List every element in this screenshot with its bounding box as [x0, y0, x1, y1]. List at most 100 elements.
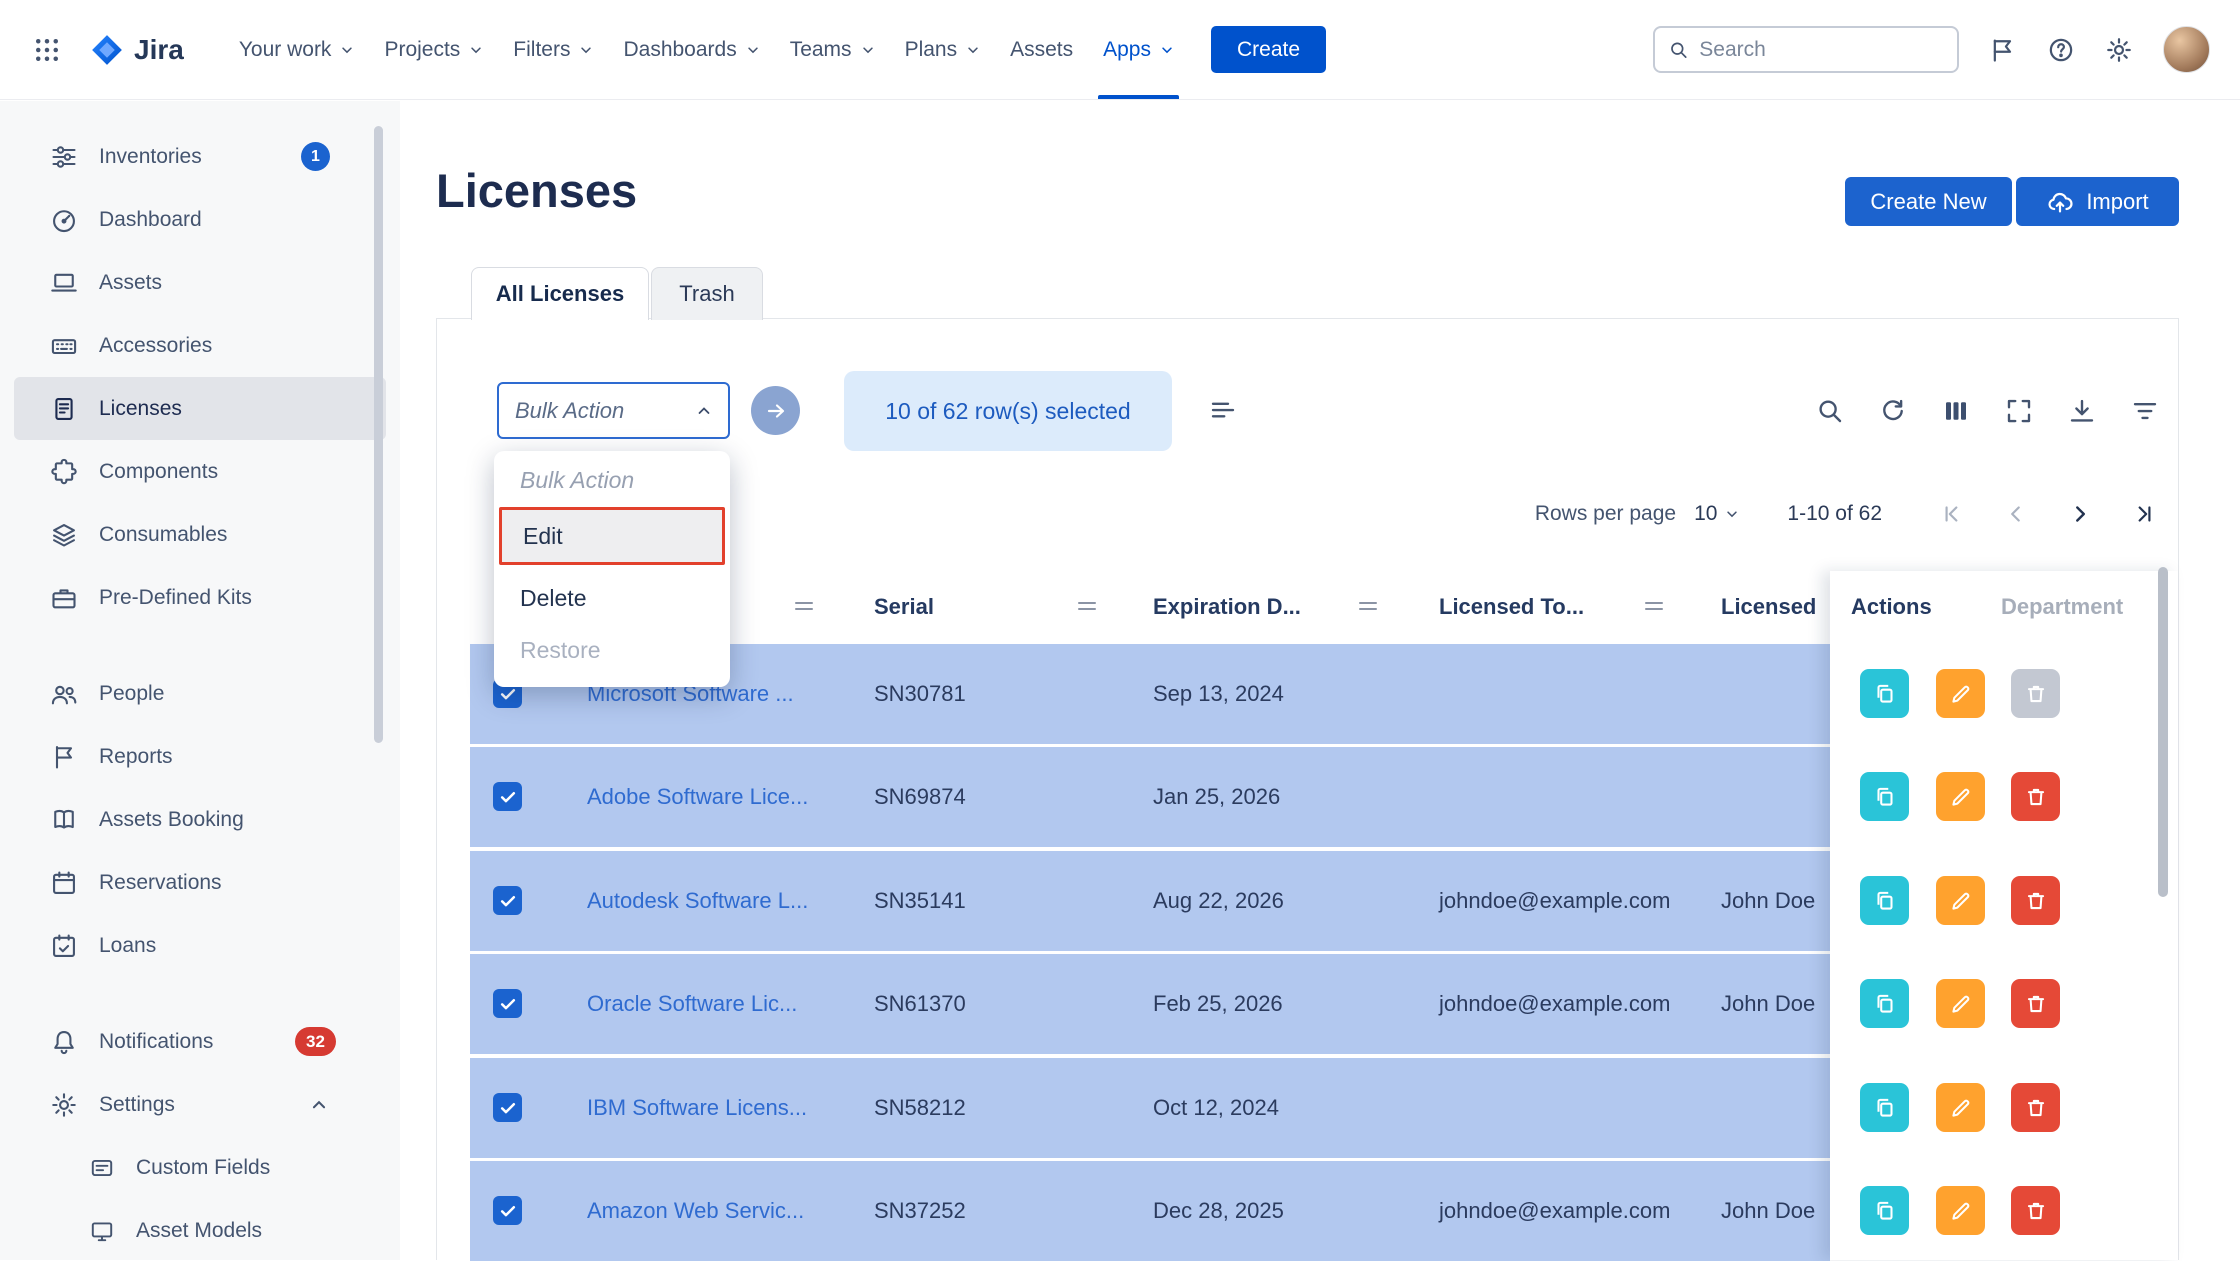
- table-row[interactable]: Adobe Software Lice... SN69874 Jan 25, 2…: [470, 747, 1830, 847]
- search-input[interactable]: [1699, 38, 1944, 62]
- row-checkbox[interactable]: [493, 782, 522, 811]
- license-name-link[interactable]: Autodesk Software L...: [587, 851, 808, 951]
- sidebar-item-licenses[interactable]: Licenses: [14, 377, 386, 440]
- table-row[interactable]: Autodesk Software L... SN35141 Aug 22, 2…: [470, 851, 1830, 951]
- tab-trash[interactable]: Trash: [651, 267, 763, 320]
- cell-serial: SN69874: [874, 747, 966, 847]
- copy-button[interactable]: [1860, 1186, 1909, 1235]
- row-checkbox[interactable]: [493, 989, 522, 1018]
- column-header-licensed[interactable]: Licensed: [1721, 571, 1816, 642]
- delete-button[interactable]: [2011, 772, 2060, 821]
- sidebar-item-dashboard[interactable]: Dashboard: [14, 188, 386, 251]
- download-icon[interactable]: [2065, 394, 2099, 428]
- copy-button[interactable]: [1860, 1083, 1909, 1132]
- create-button[interactable]: Create: [1211, 26, 1326, 73]
- edit-button[interactable]: [1936, 669, 1985, 718]
- sidebar-item-accessories[interactable]: Accessories: [14, 314, 386, 377]
- filter-icon[interactable]: [2128, 394, 2162, 428]
- gear-icon[interactable]: [2105, 36, 2133, 64]
- bulk-action-select[interactable]: Bulk Action: [497, 382, 730, 439]
- column-header-department[interactable]: Department: [2001, 571, 2123, 642]
- global-search[interactable]: [1653, 26, 1959, 73]
- column-drag-handle[interactable]: [1643, 598, 1665, 614]
- sidebar-item-loans[interactable]: Loans: [14, 914, 386, 977]
- nav-item-filters[interactable]: Filters: [498, 0, 608, 99]
- sidebar-item-assets[interactable]: Assets: [14, 251, 386, 314]
- next-page-icon[interactable]: [2066, 500, 2094, 528]
- delete-button[interactable]: [2011, 1186, 2060, 1235]
- nav-item-apps[interactable]: Apps: [1088, 0, 1189, 99]
- copy-button[interactable]: [1860, 876, 1909, 925]
- nav-item-your-work[interactable]: Your work: [224, 0, 370, 99]
- edit-button[interactable]: [1936, 1083, 1985, 1132]
- edit-button[interactable]: [1936, 1186, 1985, 1235]
- chevron-down-icon: [579, 43, 593, 57]
- column-drag-handle[interactable]: [793, 598, 815, 614]
- nav-item-projects[interactable]: Projects: [369, 0, 498, 99]
- sidebar-item-asset-models[interactable]: Asset Models: [14, 1199, 386, 1260]
- help-icon[interactable]: [2047, 36, 2075, 64]
- delete-button[interactable]: [2011, 1083, 2060, 1132]
- column-header-serial[interactable]: Serial: [874, 571, 934, 642]
- table-scrollbar[interactable]: [2158, 567, 2168, 897]
- row-checkbox[interactable]: [493, 1093, 522, 1122]
- first-page-icon[interactable]: [1938, 500, 1966, 528]
- refresh-icon[interactable]: [1876, 394, 1910, 428]
- sidebar-item-settings[interactable]: Settings: [14, 1073, 386, 1136]
- menu-item-delete[interactable]: Delete: [494, 575, 730, 621]
- license-name-link[interactable]: Oracle Software Lic...: [587, 954, 797, 1054]
- sidebar-item-reports[interactable]: Reports: [14, 725, 386, 788]
- table-row[interactable]: IBM Software Licens... SN58212 Oct 12, 2…: [470, 1058, 1830, 1158]
- row-checkbox[interactable]: [493, 1196, 522, 1225]
- copy-button[interactable]: [1860, 669, 1909, 718]
- rows-per-page-select[interactable]: 10: [1694, 502, 1739, 526]
- sidebar-item-reservations[interactable]: Reservations: [14, 851, 386, 914]
- sidebar-item-notifications[interactable]: Notifications 32: [14, 1010, 386, 1073]
- edit-button[interactable]: [1936, 772, 1985, 821]
- delete-button[interactable]: [2011, 669, 2060, 718]
- tab-all-licenses[interactable]: All Licenses: [471, 267, 649, 320]
- sidebar-item-assets-booking[interactable]: Assets Booking: [14, 788, 386, 851]
- sidebar-item-custom-fields[interactable]: Custom Fields: [14, 1136, 386, 1199]
- sidebar-item-inventories[interactable]: Inventories 1: [14, 125, 386, 188]
- column-drag-handle[interactable]: [1076, 598, 1098, 614]
- table-row[interactable]: Oracle Software Lic... SN61370 Feb 25, 2…: [470, 954, 1830, 1054]
- delete-button[interactable]: [2011, 876, 2060, 925]
- jira-logo[interactable]: Jira: [90, 33, 184, 67]
- sidebar-scrollbar[interactable]: [374, 126, 383, 743]
- sidebar-item-components[interactable]: Components: [14, 440, 386, 503]
- copy-button[interactable]: [1860, 772, 1909, 821]
- flag-icon[interactable]: [1989, 36, 2017, 64]
- delete-button[interactable]: [2011, 979, 2060, 1028]
- nav-item-plans[interactable]: Plans: [890, 0, 996, 99]
- edit-button[interactable]: [1936, 979, 1985, 1028]
- license-name-link[interactable]: IBM Software Licens...: [587, 1058, 807, 1158]
- last-page-icon[interactable]: [2130, 500, 2158, 528]
- menu-item-edit[interactable]: Edit: [499, 507, 725, 565]
- align-left-icon[interactable]: [1208, 395, 1238, 425]
- prev-page-icon[interactable]: [2002, 500, 2030, 528]
- columns-icon[interactable]: [1939, 394, 1973, 428]
- sidebar-item-consumables[interactable]: Consumables: [14, 503, 386, 566]
- fullscreen-icon[interactable]: [2002, 394, 2036, 428]
- license-name-link[interactable]: Amazon Web Servic...: [587, 1161, 804, 1261]
- row-checkbox[interactable]: [493, 886, 522, 915]
- nav-item-teams[interactable]: Teams: [775, 0, 890, 99]
- sidebar-item-pre-defined-kits[interactable]: Pre-Defined Kits: [14, 566, 386, 629]
- nav-item-dashboards[interactable]: Dashboards: [608, 0, 774, 99]
- license-name-link[interactable]: Adobe Software Lice...: [587, 747, 808, 847]
- search-icon[interactable]: [1813, 394, 1847, 428]
- column-drag-handle[interactable]: [1357, 598, 1379, 614]
- nav-item-assets[interactable]: Assets: [995, 0, 1088, 99]
- copy-button[interactable]: [1860, 979, 1909, 1028]
- sidebar-item-people[interactable]: People: [14, 662, 386, 725]
- edit-button[interactable]: [1936, 876, 1985, 925]
- column-header-licensed-to[interactable]: Licensed To...: [1439, 571, 1584, 642]
- user-avatar[interactable]: [2163, 26, 2210, 73]
- import-button[interactable]: Import: [2016, 177, 2179, 226]
- table-row[interactable]: Amazon Web Servic... SN37252 Dec 28, 202…: [470, 1161, 1830, 1261]
- app-switcher-icon[interactable]: [32, 35, 62, 65]
- create-new-button[interactable]: Create New: [1845, 177, 2012, 226]
- column-header-expiration[interactable]: Expiration D...: [1153, 571, 1301, 642]
- apply-bulk-action-button[interactable]: [751, 386, 800, 435]
